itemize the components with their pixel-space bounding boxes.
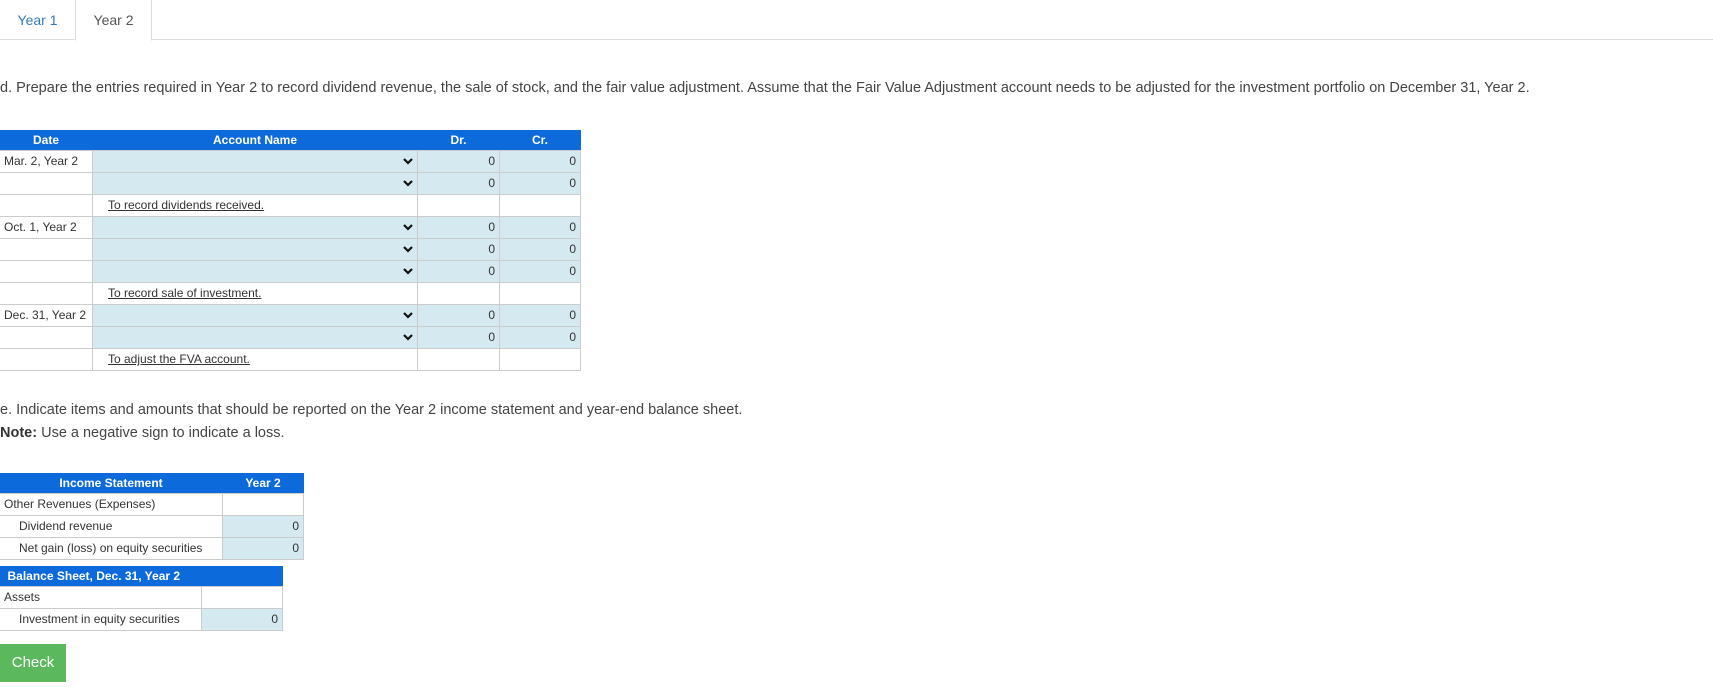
tab-year-1[interactable]: Year 1 (0, 0, 75, 40)
debit-input[interactable]: 0 (417, 215, 500, 239)
tab-bar: Year 1 Year 2 (0, 0, 1713, 41)
part-e-note: Note: Use a negative sign to indicate a … (0, 425, 285, 441)
journal-row: Dec. 31, Year 2 00 (0, 303, 581, 327)
income-statement-table: Income Statement Year 2 Other Revenues (… (0, 473, 304, 560)
account-select[interactable] (92, 171, 418, 195)
chevron-down-icon (403, 267, 413, 275)
check-button[interactable]: Check (0, 644, 66, 682)
part-d-instruction: d. Prepare the entries required in Year … (0, 80, 1530, 96)
debit-input[interactable]: 0 (417, 259, 500, 283)
memo-text: To adjust the FVA account. (92, 347, 418, 371)
table-row: Dividend revenue 0 (0, 514, 304, 538)
journal-entry-table: Date Account Name Dr. Cr. Mar. 2, Year 2… (0, 130, 581, 371)
chevron-down-icon (403, 311, 413, 319)
account-select[interactable] (92, 237, 418, 261)
date-cell (0, 259, 93, 283)
row-label: Dividend revenue (0, 514, 223, 538)
date-cell (0, 281, 93, 305)
credit-input[interactable]: 0 (499, 259, 581, 283)
chevron-down-icon (403, 223, 413, 231)
credit-input[interactable]: 0 (499, 325, 581, 349)
balance-sheet-table: Balance Sheet, Dec. 31, Year 2 Assets In… (0, 566, 283, 631)
part-e-instruction: e. Indicate items and amounts that shoul… (0, 402, 743, 418)
note-text: Use a negative sign to indicate a loss. (37, 425, 285, 441)
empty-cell (499, 193, 581, 217)
credit-input[interactable]: 0 (499, 171, 581, 195)
empty-cell (222, 492, 304, 516)
header-credit: Cr. (499, 130, 581, 150)
debit-input[interactable]: 0 (417, 325, 500, 349)
account-select[interactable] (92, 149, 418, 173)
table-row: Other Revenues (Expenses) (0, 492, 304, 516)
credit-input[interactable]: 0 (499, 215, 581, 239)
header-debit: Dr. (417, 130, 500, 150)
tab-year-2[interactable]: Year 2 (75, 0, 152, 41)
memo-row: To record dividends received. (0, 193, 581, 217)
empty-cell (417, 281, 500, 305)
journal-row: 00 (0, 259, 581, 283)
date-cell (0, 325, 93, 349)
section-label: Other Revenues (Expenses) (0, 492, 223, 516)
date-cell (0, 237, 93, 261)
investment-input[interactable]: 0 (201, 607, 283, 631)
chevron-down-icon (403, 157, 413, 165)
row-label: Investment in equity securities (0, 607, 202, 631)
account-select[interactable] (92, 325, 418, 349)
debit-input[interactable]: 0 (417, 303, 500, 327)
note-label: Note: (0, 425, 38, 441)
credit-input[interactable]: 0 (499, 237, 581, 261)
chevron-down-icon (403, 333, 413, 341)
year-2-header: Year 2 (222, 473, 304, 493)
debit-input[interactable]: 0 (417, 149, 500, 173)
credit-input[interactable]: 0 (499, 149, 581, 173)
memo-row: To adjust the FVA account. (0, 347, 581, 371)
memo-text: To record dividends received. (92, 193, 418, 217)
header-date: Date (0, 130, 93, 150)
date-cell: Dec. 31, Year 2 (0, 303, 93, 327)
date-cell: Oct. 1, Year 2 (0, 215, 93, 239)
empty-cell (499, 281, 581, 305)
chevron-down-icon (403, 179, 413, 187)
empty-cell (201, 585, 283, 609)
table-row: Assets (0, 585, 283, 609)
journal-row: Mar. 2, Year 2 00 (0, 149, 581, 173)
table-row: Investment in equity securities 0 (0, 607, 283, 631)
section-label: Assets (0, 585, 202, 609)
balance-sheet-header: Balance Sheet, Dec. 31, Year 2 (0, 566, 283, 586)
date-cell (0, 171, 93, 195)
account-select[interactable] (92, 215, 418, 239)
dividend-revenue-input[interactable]: 0 (222, 514, 304, 538)
journal-row: 00 (0, 171, 581, 195)
net-gain-loss-input[interactable]: 0 (222, 536, 304, 560)
date-cell: Mar. 2, Year 2 (0, 149, 93, 173)
memo-text: To record sale of investment. (92, 281, 418, 305)
journal-row: 00 (0, 325, 581, 349)
income-statement-header: Income Statement (0, 473, 223, 493)
debit-input[interactable]: 0 (417, 171, 500, 195)
date-cell (0, 347, 93, 371)
empty-cell (417, 193, 500, 217)
credit-input[interactable]: 0 (499, 303, 581, 327)
empty-cell (417, 347, 500, 371)
account-select[interactable] (92, 259, 418, 283)
header-account-name: Account Name (92, 130, 418, 150)
memo-row: To record sale of investment. (0, 281, 581, 305)
debit-input[interactable]: 0 (417, 237, 500, 261)
date-cell (0, 193, 93, 217)
chevron-down-icon (403, 245, 413, 253)
account-select[interactable] (92, 303, 418, 327)
journal-row: 00 (0, 237, 581, 261)
journal-row: Oct. 1, Year 2 00 (0, 215, 581, 239)
table-row: Net gain (loss) on equity securities 0 (0, 536, 304, 560)
empty-cell (499, 347, 581, 371)
row-label: Net gain (loss) on equity securities (0, 536, 223, 560)
